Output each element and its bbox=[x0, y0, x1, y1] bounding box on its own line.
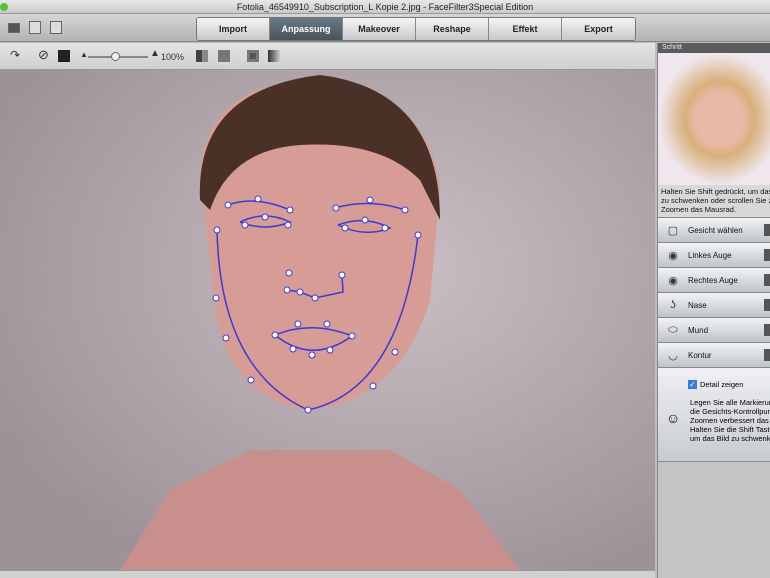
eye-icon: ◉ bbox=[668, 249, 678, 262]
tab-export[interactable]: Export bbox=[562, 18, 635, 40]
window-zoom-button[interactable] bbox=[0, 3, 8, 11]
step-button-rechtes-auge[interactable]: ◉ Rechtes Auge bbox=[658, 267, 770, 292]
nose-icon: ʖ bbox=[670, 299, 676, 311]
step-button-kontur[interactable]: ◡ Kontur bbox=[658, 342, 770, 367]
step-label: Nase bbox=[688, 300, 707, 310]
step-button-linkes-auge[interactable]: ◉ Linkes Auge bbox=[658, 242, 770, 267]
detail-text-line: Legen Sie alle Markierunger bbox=[690, 398, 770, 407]
checkbox-checked-icon: ✓ bbox=[688, 380, 697, 389]
zoom-value: 100% bbox=[161, 52, 185, 62]
detail-text-line: die Gesichts-Kontrollpunkte bbox=[690, 407, 770, 416]
step-status-icon bbox=[764, 324, 770, 336]
step-status-icon bbox=[764, 274, 770, 286]
step-status-icon bbox=[764, 299, 770, 311]
navigator-hint: Halten Sie Shift gedrückt, um das B zu s… bbox=[658, 185, 770, 217]
tab-anpassung[interactable]: Anpassung bbox=[270, 18, 343, 40]
navigator-thumbnail[interactable] bbox=[658, 53, 770, 185]
face-outline-icon: ☺ bbox=[666, 410, 681, 426]
swap-view-icon[interactable] bbox=[218, 50, 230, 62]
zoom-in-icon[interactable]: ▲ bbox=[150, 48, 160, 59]
detail-section: ✓ Detail zeigen ☺ Legen Sie alle Markieru… bbox=[658, 367, 770, 462]
hint-line: Zoomen das Mausrad. bbox=[661, 205, 737, 214]
panel-title: Schritt bbox=[658, 43, 770, 53]
reset-icon[interactable]: ⊘ bbox=[38, 47, 49, 63]
view-toolbar: ↷ ⊘ ▲ ▲ 100% bbox=[0, 43, 655, 70]
open-folder-icon[interactable] bbox=[8, 23, 20, 33]
detail-checkbox[interactable]: ✓ Detail zeigen bbox=[688, 380, 743, 389]
tab-import[interactable]: Import bbox=[197, 18, 270, 40]
step-button-gesicht-wählen[interactable]: ▢ Gesicht wählen bbox=[658, 217, 770, 242]
detail-text-line: Zoomen verbessert das Erg bbox=[690, 416, 770, 425]
split-view-icon[interactable] bbox=[196, 50, 208, 62]
step-status-icon bbox=[764, 224, 770, 236]
title-bar: Fotolia_46549910_Subscription_L Kopie 2.… bbox=[0, 0, 770, 14]
tab-reshape[interactable]: Reshape bbox=[416, 18, 489, 40]
step-label: Rechtes Auge bbox=[688, 275, 738, 285]
save-as-icon[interactable] bbox=[50, 21, 62, 34]
save-icon[interactable] bbox=[29, 21, 41, 34]
mouth-icon: ⬭ bbox=[668, 323, 678, 336]
step-button-nase[interactable]: ʖ Nase bbox=[658, 292, 770, 317]
main-toolbar: Import Anpassung Makeover Reshape Effekt Expo… bbox=[0, 14, 770, 42]
fit-icon[interactable] bbox=[58, 50, 70, 62]
mask-icon[interactable] bbox=[247, 50, 259, 62]
hint-line: zu schwenken oder scrollen Sie zu bbox=[661, 196, 770, 205]
step-label: Gesicht wählen bbox=[688, 225, 743, 235]
step-status-icon bbox=[764, 249, 770, 261]
step-status-icon bbox=[764, 349, 770, 361]
detail-label: Detail zeigen bbox=[700, 380, 744, 389]
contour-icon: ◡ bbox=[668, 349, 678, 362]
step-panel: Schritt Halten Sie Shift gedrückt, um da… bbox=[657, 43, 770, 578]
step-label: Linkes Auge bbox=[688, 250, 732, 260]
eye-icon: ◉ bbox=[668, 274, 678, 287]
image-canvas[interactable] bbox=[0, 70, 655, 570]
detail-text-line: Halten Sie die Shift Taste ge bbox=[690, 425, 770, 434]
gradient-icon[interactable] bbox=[268, 50, 280, 62]
step-label: Kontur bbox=[688, 350, 712, 360]
tab-effekt[interactable]: Effekt bbox=[489, 18, 562, 40]
workflow-tabs: Import Anpassung Makeover Reshape Effekt Expo… bbox=[196, 17, 636, 41]
tab-makeover[interactable]: Makeover bbox=[343, 18, 416, 40]
redo-icon[interactable]: ↷ bbox=[10, 48, 20, 62]
select-face-icon: ▢ bbox=[667, 224, 679, 237]
hint-line: Halten Sie Shift gedrückt, um das B bbox=[661, 187, 770, 196]
step-button-mund[interactable]: ⬭ Mund bbox=[658, 317, 770, 342]
detail-text-line: um das Bild zu schwenken. bbox=[690, 434, 770, 443]
step-label: Mund bbox=[688, 325, 709, 335]
zoom-slider-knob[interactable] bbox=[111, 52, 120, 61]
status-bar bbox=[0, 570, 655, 578]
window-title: Fotolia_46549910_Subscription_L Kopie 2.… bbox=[236, 2, 534, 12]
face-photo bbox=[120, 75, 520, 570]
zoom-out-icon[interactable]: ▲ bbox=[80, 50, 88, 59]
